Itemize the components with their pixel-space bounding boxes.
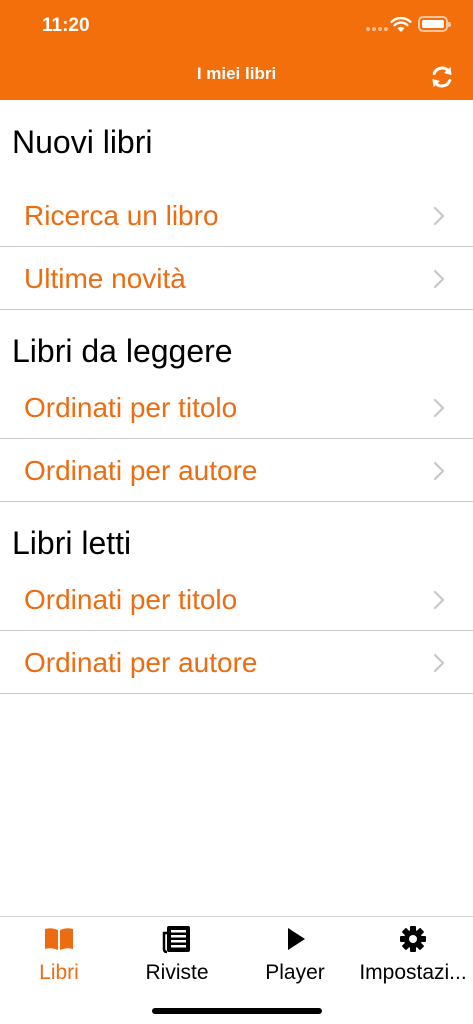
tab-riviste[interactable]: Riviste xyxy=(118,917,236,992)
book-icon xyxy=(45,928,73,950)
chevron-right-icon xyxy=(433,590,445,610)
chevron-right-icon xyxy=(433,206,445,226)
list-item-da-leggere-per-autore[interactable]: Ordinati per autore xyxy=(0,439,473,502)
chevron-right-icon xyxy=(433,653,445,673)
section-header-libri-da-leggere: Libri da leggere xyxy=(12,332,233,369)
tab-label: Impostazi... xyxy=(359,961,467,984)
chevron-right-icon xyxy=(433,461,445,481)
status-time: 11:20 xyxy=(42,15,90,36)
play-icon xyxy=(288,928,305,950)
tab-label: Libri xyxy=(39,961,79,984)
list-item-label: Ricerca un libro xyxy=(24,199,219,231)
chevron-right-icon xyxy=(433,398,445,418)
section-header-nuovi-libri: Nuovi libri xyxy=(12,123,153,160)
list-item-ultime-novita[interactable]: Ultime novità xyxy=(0,247,473,310)
newspaper-icon xyxy=(162,926,190,953)
refresh-icon xyxy=(432,66,452,88)
tab-impostazioni[interactable]: Impostazi... xyxy=(354,917,472,992)
navigation-header: 11:20 I miei libri xyxy=(0,0,473,100)
cellular-signal-icon xyxy=(366,27,388,33)
section-header-libri-letti: Libri letti xyxy=(12,524,132,561)
list-item-letti-per-autore[interactable]: Ordinati per autore xyxy=(0,631,473,694)
home-indicator xyxy=(152,1008,322,1014)
status-bar: 11:20 xyxy=(0,0,473,50)
page-title: I miei libri xyxy=(196,64,277,83)
wifi-icon xyxy=(390,16,412,32)
chevron-right-icon xyxy=(433,269,445,289)
tab-label: Player xyxy=(265,961,325,984)
list-item-label: Ordinati per titolo xyxy=(24,583,238,615)
list-item-label: Ordinati per titolo xyxy=(24,391,238,423)
tab-label: Riviste xyxy=(145,961,209,984)
list-item-da-leggere-per-titolo[interactable]: Ordinati per titolo xyxy=(0,376,473,439)
list-item-label: Ordinati per autore xyxy=(24,454,258,486)
list-item-ricerca-libro[interactable]: Ricerca un libro xyxy=(0,184,473,247)
battery-icon xyxy=(418,16,451,32)
library-menu: Nuovi libri Ricerca un libro Ultime novi… xyxy=(0,100,473,694)
list-item-letti-per-titolo[interactable]: Ordinati per titolo xyxy=(0,568,473,631)
list-item-label: Ultime novità xyxy=(24,262,186,294)
refresh-button[interactable] xyxy=(428,63,456,91)
tab-player[interactable]: Player xyxy=(236,917,354,992)
tab-libri[interactable]: Libri xyxy=(0,917,118,992)
list-item-label: Ordinati per autore xyxy=(24,646,258,678)
gear-icon xyxy=(400,926,426,952)
